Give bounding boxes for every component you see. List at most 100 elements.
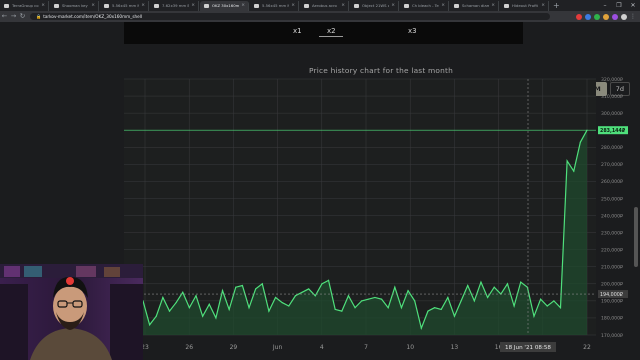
browser-tab[interactable]: Aerobus acro × <box>300 1 349 11</box>
price-point <box>268 310 270 312</box>
close-icon[interactable]: × <box>291 1 295 11</box>
favicon-icon <box>304 4 309 8</box>
close-icon[interactable]: × <box>41 1 45 11</box>
extensions-area: ⋮ <box>576 11 636 22</box>
price-point <box>559 307 562 309</box>
y-tick-label: 240,000₽ <box>601 213 623 219</box>
favicon-icon <box>4 4 9 8</box>
browser-menu-icon[interactable]: ⋮ <box>630 11 636 22</box>
price-point <box>553 300 555 302</box>
price-point <box>202 315 204 317</box>
price-point <box>427 310 429 312</box>
close-icon[interactable]: × <box>541 1 545 11</box>
favicon-icon <box>404 4 409 8</box>
extension-icon[interactable] <box>585 13 591 20</box>
browser-tab-strip: TerraGroup co × Shooman key × 5.56x45 mm M… <box>0 0 640 11</box>
extension-icon[interactable] <box>612 13 618 20</box>
favicon-icon <box>154 4 159 8</box>
price-point <box>367 298 369 300</box>
price-point <box>155 315 157 317</box>
close-icon[interactable]: × <box>341 1 345 11</box>
price-point <box>215 317 217 319</box>
profile-avatar[interactable] <box>621 13 627 20</box>
price-point <box>321 283 323 285</box>
price-point <box>374 296 376 299</box>
price-point <box>149 324 151 326</box>
new-tab-button[interactable]: + <box>550 1 563 11</box>
price-point <box>487 296 489 299</box>
price-point <box>513 305 515 307</box>
price-point <box>274 296 277 299</box>
back-icon[interactable]: ← <box>0 11 9 22</box>
price-point <box>506 283 509 285</box>
close-icon[interactable]: × <box>491 1 495 11</box>
lock-icon: 🔒 <box>36 14 42 19</box>
price-point <box>480 281 482 283</box>
streamer-webcam-image <box>0 264 143 360</box>
price-point <box>168 310 171 312</box>
price-point <box>400 307 403 309</box>
price-point <box>294 295 297 297</box>
y-tick-label: 250,000₽ <box>601 196 623 202</box>
x-tick-label: 26 <box>185 344 193 351</box>
price-point <box>387 307 389 309</box>
price-point <box>579 141 581 143</box>
address-bar[interactable]: 🔒 tarkov-market.com/item/OKZ_30x160mm_she… <box>30 13 550 20</box>
browser-tab[interactable]: 5.56x45 mm M × <box>100 1 149 11</box>
close-icon[interactable]: × <box>141 1 145 11</box>
price-point <box>520 281 522 283</box>
browser-tab[interactable]: Schaman diam × <box>450 1 499 11</box>
browser-tab[interactable]: TerraGroup co × <box>0 1 49 11</box>
price-point <box>354 307 356 309</box>
price-point <box>380 298 383 300</box>
price-point <box>546 305 548 307</box>
browser-tab[interactable]: 5.56x45 mm M × <box>250 1 299 11</box>
price-point <box>420 327 422 329</box>
favicon-icon <box>354 4 359 8</box>
favicon-icon <box>254 4 259 8</box>
price-point <box>347 295 350 297</box>
close-window-icon[interactable]: ✕ <box>626 0 640 11</box>
browser-tab[interactable]: 7.62x39 mm B × <box>150 1 199 11</box>
minimize-icon[interactable]: – <box>598 0 612 11</box>
browser-tab-active[interactable]: OKZ 30x160mm× <box>200 1 249 11</box>
price-point <box>493 286 495 288</box>
price-point <box>235 286 237 288</box>
price-point <box>467 284 469 287</box>
price-point <box>327 279 330 281</box>
reload-icon[interactable]: ↻ <box>18 11 27 22</box>
page-scrollbar[interactable] <box>632 22 640 360</box>
crosshair-date-label: 18 Jun '21 08:58 <box>505 345 551 351</box>
close-icon[interactable]: × <box>241 1 245 11</box>
maximize-icon[interactable]: ❐ <box>612 0 626 11</box>
y-tick-label: 220,000₽ <box>601 247 623 253</box>
close-icon[interactable]: × <box>391 1 395 11</box>
y-tick-label: 300,000₽ <box>601 111 623 117</box>
price-point <box>248 307 250 309</box>
close-icon[interactable]: × <box>191 1 195 11</box>
x-tick-label: 29 <box>230 344 238 351</box>
x-tick-label: 13 <box>451 344 459 351</box>
browser-tab[interactable]: Ch bleach - Ter × <box>400 1 449 11</box>
extension-icon[interactable] <box>576 13 582 20</box>
favicon-icon <box>54 4 59 8</box>
browser-tab[interactable]: Hideout Profit × <box>500 1 549 11</box>
browser-tab[interactable]: Object 21WS c × <box>350 1 399 11</box>
close-icon[interactable]: × <box>441 1 445 11</box>
browser-toolbar: ← → ↻ 🔒 tarkov-market.com/item/OKZ_30x160… <box>0 11 640 22</box>
price-point <box>566 160 568 162</box>
forward-icon[interactable]: → <box>9 11 18 22</box>
extension-icon[interactable] <box>603 13 609 20</box>
scrollbar-thumb[interactable] <box>634 207 638 267</box>
browser-tab[interactable]: Shooman key × <box>50 1 99 11</box>
price-point <box>341 310 343 312</box>
webcam-overlay <box>0 264 143 360</box>
price-point <box>228 308 230 310</box>
price-point <box>533 315 535 317</box>
y-tick-label: 280,000₽ <box>601 145 623 151</box>
extension-icon[interactable] <box>594 13 600 20</box>
close-icon[interactable]: × <box>91 1 95 11</box>
y-tick-label: 260,000₽ <box>601 179 623 185</box>
price-point <box>241 284 243 287</box>
x-tick-label: 22 <box>583 344 591 351</box>
